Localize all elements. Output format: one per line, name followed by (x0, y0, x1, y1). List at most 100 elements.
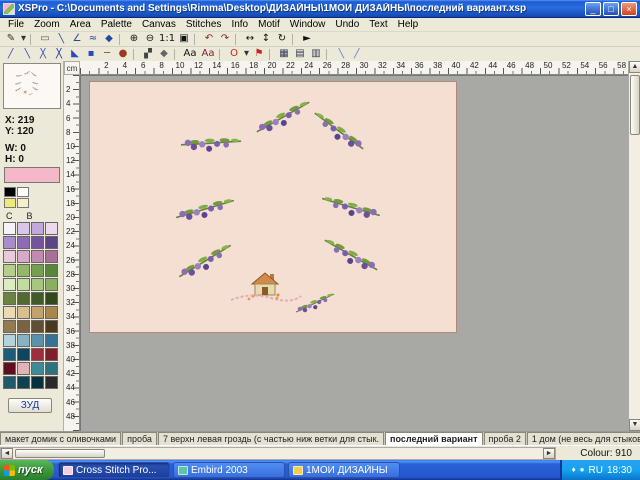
palette-swatch[interactable] (17, 362, 30, 375)
taskbar-task[interactable]: Cross Stitch Pro... (58, 462, 170, 478)
palette-swatch[interactable] (45, 306, 58, 319)
quick-swatch[interactable] (4, 198, 16, 208)
full-stitch-tool[interactable]: ╳ (35, 47, 51, 61)
palette-swatch[interactable] (3, 250, 16, 263)
taskbar-task[interactable]: Embird 2003 (173, 462, 285, 478)
palette-swatch[interactable] (17, 236, 30, 249)
double-stitch-tool[interactable]: ╳ (51, 47, 67, 61)
menu-window[interactable]: Window (285, 19, 331, 30)
palette-swatch[interactable] (31, 278, 44, 291)
three-quarter-stitch-tool[interactable]: ◣ (67, 47, 83, 61)
scroll-up-button[interactable]: ▲ (629, 61, 640, 73)
menu-stitches[interactable]: Stitches (181, 19, 227, 30)
palette-swatch[interactable] (3, 320, 16, 333)
rotate-tool[interactable]: ↻ (274, 32, 290, 46)
palette-swatch[interactable] (17, 278, 30, 291)
quick-swatch[interactable] (17, 187, 29, 197)
backstitch-tool[interactable]: ─ (99, 47, 115, 61)
palette-swatch[interactable] (31, 320, 44, 333)
palette-swatch[interactable] (3, 306, 16, 319)
start-button[interactable]: пуск (0, 460, 54, 480)
mirror-tool[interactable]: ↕ (258, 32, 274, 46)
fill-tool[interactable]: ◆ (101, 32, 117, 46)
select-arrow-tool[interactable]: ► (299, 32, 315, 46)
menu-palette[interactable]: Palette (96, 19, 137, 30)
select-rect-tool[interactable]: ▭ (37, 32, 53, 46)
vertical-scrollbar[interactable]: ▲ ▼ (628, 61, 640, 431)
palette-swatch[interactable] (3, 362, 16, 375)
half-stitch-left-tool[interactable]: ╱ (3, 47, 19, 61)
zoom-fit-button[interactable]: ▣ (176, 32, 192, 46)
angle-right-button[interactable]: ╱ (349, 47, 365, 61)
palette-swatch[interactable] (45, 376, 58, 389)
palette-swatch[interactable] (31, 376, 44, 389)
olive-branch-motif[interactable] (173, 241, 237, 281)
palette-swatch[interactable] (31, 250, 44, 263)
maximize-button[interactable]: □ (603, 2, 619, 16)
palette-swatch[interactable] (17, 348, 30, 361)
minimize-button[interactable]: _ (585, 2, 601, 16)
palette-swatch[interactable] (17, 320, 30, 333)
canvas-viewport[interactable] (80, 75, 628, 431)
scroll-down-button[interactable]: ▼ (629, 419, 640, 431)
chart-view-button[interactable]: ▦ (276, 47, 292, 61)
palette-swatch[interactable] (31, 362, 44, 375)
design-tab[interactable]: макет домик с оливочками (0, 432, 121, 445)
tray-status-icon[interactable]: ♦ (572, 466, 576, 474)
quarter-stitch-tool[interactable]: ▪ (83, 47, 99, 61)
palette-swatch[interactable] (3, 376, 16, 389)
olive-branch-motif[interactable] (251, 98, 315, 136)
palette-swatch[interactable] (3, 236, 16, 249)
palette-swatch[interactable] (45, 292, 58, 305)
color-mode-button[interactable]: ▞ (140, 47, 156, 61)
taskbar-task[interactable]: 1МОИ ДИЗАЙНЫ (288, 462, 400, 478)
palette-swatch[interactable] (45, 320, 58, 333)
menu-undo[interactable]: Undo (330, 19, 364, 30)
horizontal-scrollbar[interactable]: ◄ ► (0, 447, 556, 460)
palette-button[interactable]: ЗУД (8, 398, 52, 413)
font-button-1[interactable]: Aa (181, 47, 199, 61)
menu-help[interactable]: Help (393, 19, 424, 30)
pencil-tool[interactable]: ✎ (3, 32, 19, 46)
tray-volume-icon[interactable]: ● (580, 466, 585, 474)
menu-motif[interactable]: Motif (253, 19, 285, 30)
design-tab[interactable]: 1 дом (не весь для стыковки) (527, 432, 640, 445)
vertical-scroll-thumb[interactable] (630, 75, 640, 135)
olive-branch-motif[interactable] (306, 109, 372, 154)
palette-swatch[interactable] (45, 236, 58, 249)
palette-swatch[interactable] (17, 376, 30, 389)
selected-color-swatch[interactable] (4, 167, 60, 183)
layout-view-button[interactable]: ▥ (308, 47, 324, 61)
palette-swatch[interactable] (31, 292, 44, 305)
design-tab[interactable]: последний вариант (385, 432, 482, 445)
menu-canvas[interactable]: Canvas (137, 19, 181, 30)
menu-info[interactable]: Info (226, 19, 253, 30)
move-tool[interactable]: ↔ (242, 32, 258, 46)
palette-swatch[interactable] (31, 348, 44, 361)
palette-swatch[interactable] (45, 334, 58, 347)
quick-swatch[interactable] (4, 187, 16, 197)
flag-button[interactable]: ⚑ (251, 47, 267, 61)
french-knot-tool[interactable]: ● (115, 47, 131, 61)
olive-branch-motif[interactable] (319, 236, 383, 274)
olive-branch-motif[interactable] (320, 189, 382, 224)
palette-swatch[interactable] (45, 250, 58, 263)
palette-swatch[interactable] (3, 292, 16, 305)
scroll-right-button[interactable]: ► (543, 448, 555, 459)
palette-swatch[interactable] (17, 292, 30, 305)
palette-swatch[interactable] (3, 348, 16, 361)
path-motif[interactable] (231, 290, 301, 304)
half-stitch-right-tool[interactable]: ╲ (19, 47, 35, 61)
polyline-tool[interactable]: ∠ (69, 32, 85, 46)
palette-swatch[interactable] (17, 306, 30, 319)
palette-swatch[interactable] (17, 222, 30, 235)
palette-swatch[interactable] (45, 222, 58, 235)
design-tab[interactable]: проба (122, 432, 157, 445)
line-tool[interactable]: ╲ (53, 32, 69, 46)
quick-swatch[interactable] (17, 198, 29, 208)
menu-text[interactable]: Text (364, 19, 392, 30)
pencil-dropdown[interactable]: ▾ (19, 32, 28, 46)
palette-swatch[interactable] (31, 306, 44, 319)
menu-file[interactable]: File (3, 19, 29, 30)
redo-button[interactable]: ↷ (217, 32, 233, 46)
